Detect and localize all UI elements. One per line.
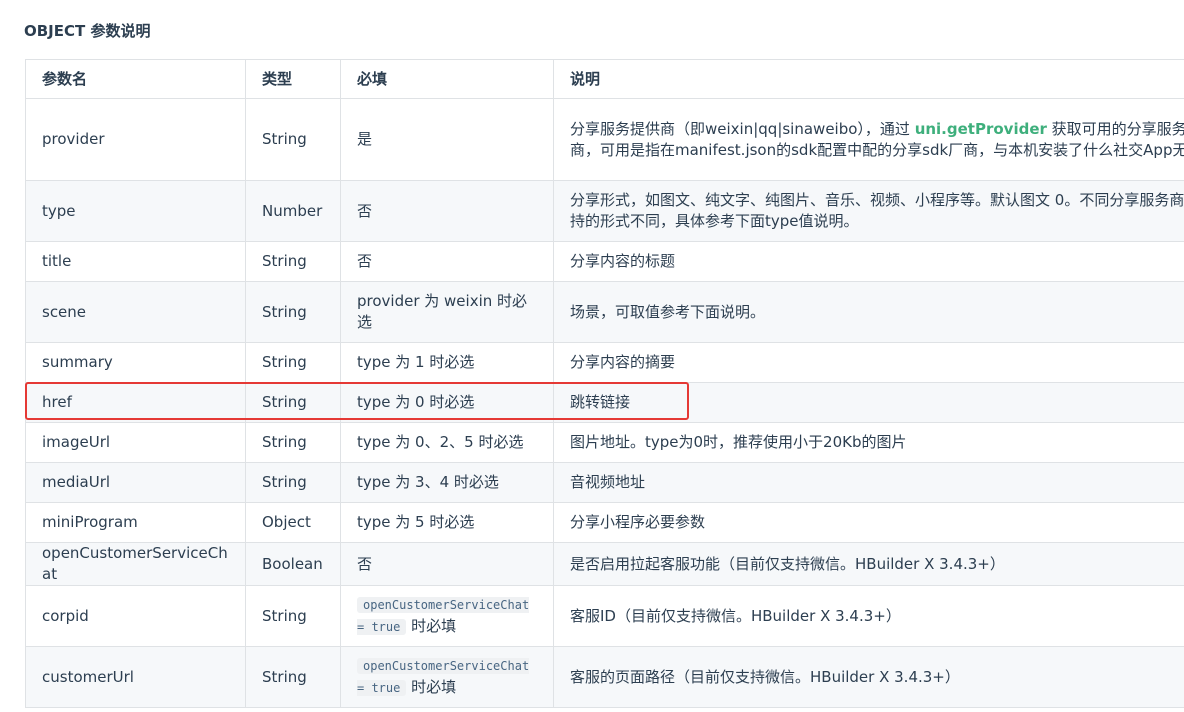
param-name: scene [25, 281, 246, 343]
column-header-required: 必填 [340, 59, 554, 99]
table-row: mediaUrl String type 为 3、4 时必选 音视频地址 [25, 462, 1184, 503]
params-table: 参数名 类型 必填 说明 provider String 是 分享服务提供商（即… [25, 59, 1184, 708]
param-desc: 客服的页面路径（目前仅支持微信。HBuilder X 3.4.3+） [553, 646, 1184, 708]
param-name: imageUrl [25, 422, 246, 463]
table-row: provider String 是 分享服务提供商（即weixin|qq|sin… [25, 98, 1184, 181]
table-row: miniProgram Object type 为 5 时必选 分享小程序必要参… [25, 502, 1184, 543]
param-desc: 分享内容的摘要 [553, 342, 1184, 383]
param-required: openCustomerServiceChat = true 时必填 [340, 646, 554, 708]
param-name: openCustomerServiceChat [25, 542, 246, 586]
param-name: customerUrl [25, 646, 246, 708]
param-required: 否 [340, 542, 554, 586]
param-required: 否 [340, 241, 554, 282]
param-type: String [245, 241, 341, 282]
param-name: href [25, 382, 246, 423]
table-row: imageUrl String type 为 0、2、5 时必选 图片地址。ty… [25, 422, 1184, 463]
column-header-type: 类型 [245, 59, 341, 99]
param-name: miniProgram [25, 502, 246, 543]
param-desc: 音视频地址 [553, 462, 1184, 503]
param-desc: 分享小程序必要参数 [553, 502, 1184, 543]
table-header-row: 参数名 类型 必填 说明 [25, 59, 1184, 99]
param-desc: 是否启用拉起客服功能（目前仅支持微信。HBuilder X 3.4.3+） [553, 542, 1184, 586]
table-row: type Number 否 分享形式，如图文、纯文字、纯图片、音乐、视频、小程序… [25, 180, 1184, 242]
required-text: 时必填 [406, 617, 457, 635]
param-required: type 为 1 时必选 [340, 342, 554, 383]
param-name: title [25, 241, 246, 282]
desc-text: 分享服务提供商（即weixin|qq|sinaweibo），通过 [570, 119, 915, 138]
param-desc: 场景，可取值参考下面说明。 [553, 281, 1184, 343]
param-type: String [245, 462, 341, 503]
param-type: String [245, 281, 341, 343]
required-text: 时必填 [406, 678, 457, 696]
param-type: String [245, 422, 341, 463]
param-type: String [245, 646, 341, 708]
param-name: summary [25, 342, 246, 383]
column-header-desc: 说明 [553, 59, 1184, 99]
param-type: Boolean [245, 542, 341, 586]
param-name: type [25, 180, 246, 242]
param-required: type 为 0 时必选 [340, 382, 554, 423]
param-required: 是 [340, 98, 554, 181]
param-required: type 为 5 时必选 [340, 502, 554, 543]
param-type: String [245, 98, 341, 181]
param-desc: 图片地址。type为0时，推荐使用小于20Kb的图片 [553, 422, 1184, 463]
table-row: href String type 为 0 时必选 跳转链接 [25, 382, 1184, 423]
param-required: 否 [340, 180, 554, 242]
table-row: customerUrl String openCustomerServiceCh… [25, 646, 1184, 708]
param-desc: 分享服务提供商（即weixin|qq|sinaweibo），通过 uni.get… [553, 98, 1184, 181]
table-row: title String 否 分享内容的标题 [25, 241, 1184, 282]
param-name: corpid [25, 585, 246, 647]
param-name: mediaUrl [25, 462, 246, 503]
param-type: String [245, 342, 341, 383]
section-heading: OBJECT 参数说明 [24, 22, 151, 40]
param-required: openCustomerServiceChat = true 时必填 [340, 585, 554, 647]
table-row: scene String provider 为 weixin 时必选 场景，可取… [25, 281, 1184, 343]
param-type: String [245, 585, 341, 647]
param-desc: 分享形式，如图文、纯文字、纯图片、音乐、视频、小程序等。默认图文 0。不同分享服… [553, 180, 1184, 242]
param-desc: 客服ID（目前仅支持微信。HBuilder X 3.4.3+） [553, 585, 1184, 647]
column-header-name: 参数名 [25, 59, 246, 99]
param-required: type 为 0、2、5 时必选 [340, 422, 554, 463]
param-required: provider 为 weixin 时必选 [340, 281, 554, 343]
table-row: summary String type 为 1 时必选 分享内容的摘要 [25, 342, 1184, 383]
param-required: type 为 3、4 时必选 [340, 462, 554, 503]
param-type: String [245, 382, 341, 423]
get-provider-link[interactable]: uni.getProvider [915, 120, 1047, 138]
param-type: Number [245, 180, 341, 242]
table-row: corpid String openCustomerServiceChat = … [25, 585, 1184, 647]
param-desc: 跳转链接 [553, 382, 1184, 423]
param-type: Object [245, 502, 341, 543]
table-row: openCustomerServiceChat Boolean 否 是否启用拉起… [25, 542, 1184, 586]
param-name: provider [25, 98, 246, 181]
param-desc: 分享内容的标题 [553, 241, 1184, 282]
